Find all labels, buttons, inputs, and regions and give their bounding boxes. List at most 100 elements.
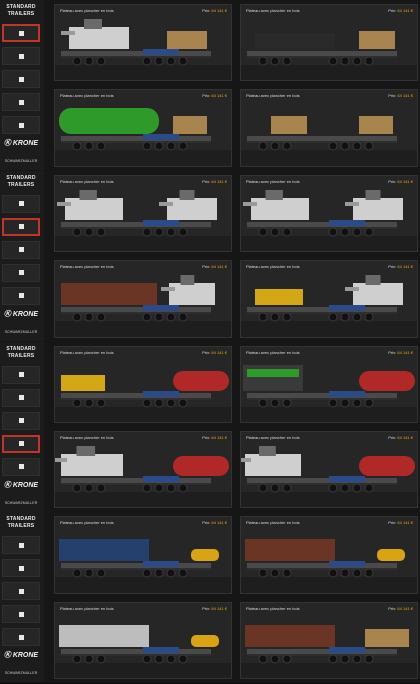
dolly-frame xyxy=(143,134,179,141)
standard-trailers-logo[interactable]: STANDARD TRAILERS xyxy=(2,4,40,22)
schwarzmuller-logo[interactable]: SCHWARZMULLER xyxy=(2,156,40,166)
trailer-name: Plateau avec plancher en bois xyxy=(60,349,114,355)
trailer-card[interactable]: Plateau avec plancher en bois Prix: 64 14… xyxy=(54,260,232,338)
standard-trailers-logo[interactable]: STANDARD TRAILERS xyxy=(2,175,40,193)
trailer-card[interactable]: Plateau avec plancher en bois Prix: 64 14… xyxy=(54,516,232,594)
schwarzmuller-logo[interactable]: SCHWARZMULLER xyxy=(2,327,40,337)
trailer-slot-button[interactable] xyxy=(2,434,40,453)
trailer-card[interactable]: Plateau avec plancher en bois Prix: 64 14… xyxy=(240,601,418,680)
trailer-slot-button[interactable] xyxy=(2,559,40,578)
trailer-card[interactable]: Plateau avec plancher en bois Prix: 64 14… xyxy=(240,89,418,167)
trailer-card[interactable]: Plateau avec plancher en bois Prix: 64 14… xyxy=(54,89,232,167)
trailer-card[interactable]: Plateau avec plancher en bois Prix: 64 14… xyxy=(240,260,418,338)
trailer-price: Prix: 64 141 € xyxy=(388,350,413,355)
trailer-wheel xyxy=(270,141,280,151)
trailer-slot-button[interactable] xyxy=(2,70,40,88)
schwarzmuller-logo[interactable]: SCHWARZMULLER xyxy=(2,498,40,508)
slot-dot-icon xyxy=(18,611,24,617)
trailer-wheel xyxy=(258,568,268,578)
slot-dot-icon xyxy=(18,542,24,548)
trailer-wheel xyxy=(84,227,94,237)
trailer-wheel xyxy=(142,141,152,151)
trailer-name: Plateau avec plancher en bois xyxy=(246,93,300,99)
krone-logo[interactable]: Ⓚ KRONE xyxy=(2,479,40,493)
slot-dot-icon xyxy=(18,464,24,470)
trailer-wheel xyxy=(328,56,338,66)
slot-dot-icon xyxy=(18,565,24,571)
trailer-slot-button[interactable] xyxy=(2,628,40,647)
trailer-wheel xyxy=(72,483,82,493)
trailer-wheel xyxy=(154,398,164,408)
dolly-frame xyxy=(143,219,179,226)
price-value: 64 141 € xyxy=(211,264,227,270)
trailer-frame xyxy=(61,56,211,58)
trailer-preview-image xyxy=(55,19,231,81)
crane-body xyxy=(245,454,301,476)
yellow-tank xyxy=(191,634,219,647)
trailer-card[interactable]: Plateau avec plancher en bois Prix: 64 14… xyxy=(240,4,418,82)
trailer-slot-button[interactable] xyxy=(2,217,40,236)
trailer-slot-button[interactable] xyxy=(2,411,40,430)
trailer-frame xyxy=(61,397,211,400)
trailer-slot-button[interactable] xyxy=(2,263,40,282)
trailer-deck xyxy=(61,478,211,483)
trailer-slot-button[interactable] xyxy=(2,365,40,384)
trailer-slot-button[interactable] xyxy=(2,582,40,601)
trailer-slot-button[interactable] xyxy=(2,194,40,213)
krone-logo[interactable]: Ⓚ KRONE xyxy=(2,137,40,151)
trailer-deck xyxy=(61,392,211,398)
trailer-price: Prix: 64 141 € xyxy=(388,520,413,525)
crane-cab xyxy=(365,189,381,200)
trailer-wheel xyxy=(96,141,106,151)
slot-dot-icon xyxy=(18,224,24,230)
trailer-wheel xyxy=(282,568,292,578)
trailer-slot-button[interactable] xyxy=(2,536,40,555)
schwarzmuller-logo[interactable]: SCHWARZMULLER xyxy=(2,668,40,678)
trailer-slot-button[interactable] xyxy=(2,24,40,42)
trailer-card[interactable]: Plateau avec plancher en bois Prix: 64 14… xyxy=(54,345,232,423)
trailer-frame xyxy=(61,226,211,229)
crane-cab xyxy=(84,19,102,29)
trailer-wheel xyxy=(84,312,94,322)
standard-trailers-logo[interactable]: STANDARD TRAILERS xyxy=(2,516,40,534)
trailer-frame xyxy=(247,397,397,400)
trailer-wheel xyxy=(72,141,82,151)
krone-logo[interactable]: Ⓚ KRONE xyxy=(2,308,40,322)
trailer-card[interactable]: Plateau avec plancher en bois Prix: 64 14… xyxy=(240,345,418,423)
trailer-wheel xyxy=(96,56,106,66)
trailer-wheel xyxy=(178,483,188,493)
trailer-slot-button[interactable] xyxy=(2,286,40,305)
trailer-slot-button[interactable] xyxy=(2,47,40,65)
trailer-preview-image xyxy=(241,275,417,337)
trailer-card[interactable]: Plateau avec plancher en bois Prix: 64 14… xyxy=(54,601,232,680)
trailer-wheel xyxy=(154,227,164,237)
trailer-card[interactable]: Plateau avec plancher en bois Prix: 64 14… xyxy=(54,431,232,509)
trailer-card[interactable]: Plateau avec plancher en bois Prix: 64 14… xyxy=(240,431,418,509)
trailer-slot-button[interactable] xyxy=(2,240,40,259)
trailer-card[interactable]: Plateau avec plancher en bois Prix: 64 14… xyxy=(240,516,418,594)
trailer-slot-button[interactable] xyxy=(2,605,40,624)
trailer-wheel xyxy=(352,654,362,664)
trailer-wheel xyxy=(270,56,280,66)
dolly-frame xyxy=(329,476,365,482)
trailer-wheel xyxy=(364,141,374,151)
trailer-price: Prix: 64 141 € xyxy=(388,179,413,184)
trailer-slot-button[interactable] xyxy=(2,93,40,111)
crane-boom xyxy=(57,201,71,206)
trailer-slot-button[interactable] xyxy=(2,116,40,134)
trailer-card[interactable]: Plateau avec plancher en bois Prix: 64 14… xyxy=(240,174,418,253)
trailer-slot-button[interactable] xyxy=(2,388,40,407)
price-value: 64 141 € xyxy=(397,349,413,355)
trailer-price: Prix: 64 141 € xyxy=(202,350,227,355)
trailer-wheel xyxy=(178,654,188,664)
trailer-slot-button[interactable] xyxy=(2,457,40,476)
trailer-card[interactable]: Plateau avec plancher en bois Prix: 64 14… xyxy=(54,4,232,82)
crane-body xyxy=(65,197,123,220)
krone-logo[interactable]: Ⓚ KRONE xyxy=(2,649,40,663)
trailer-name: Plateau avec plancher en bois xyxy=(246,349,300,355)
floor-shadow xyxy=(241,577,417,593)
standard-trailers-logo[interactable]: STANDARD TRAILERS xyxy=(2,346,40,364)
floor-shadow xyxy=(241,662,417,679)
trailer-wheel xyxy=(166,56,176,66)
trailer-card[interactable]: Plateau avec plancher en bois Prix: 64 14… xyxy=(54,174,232,253)
